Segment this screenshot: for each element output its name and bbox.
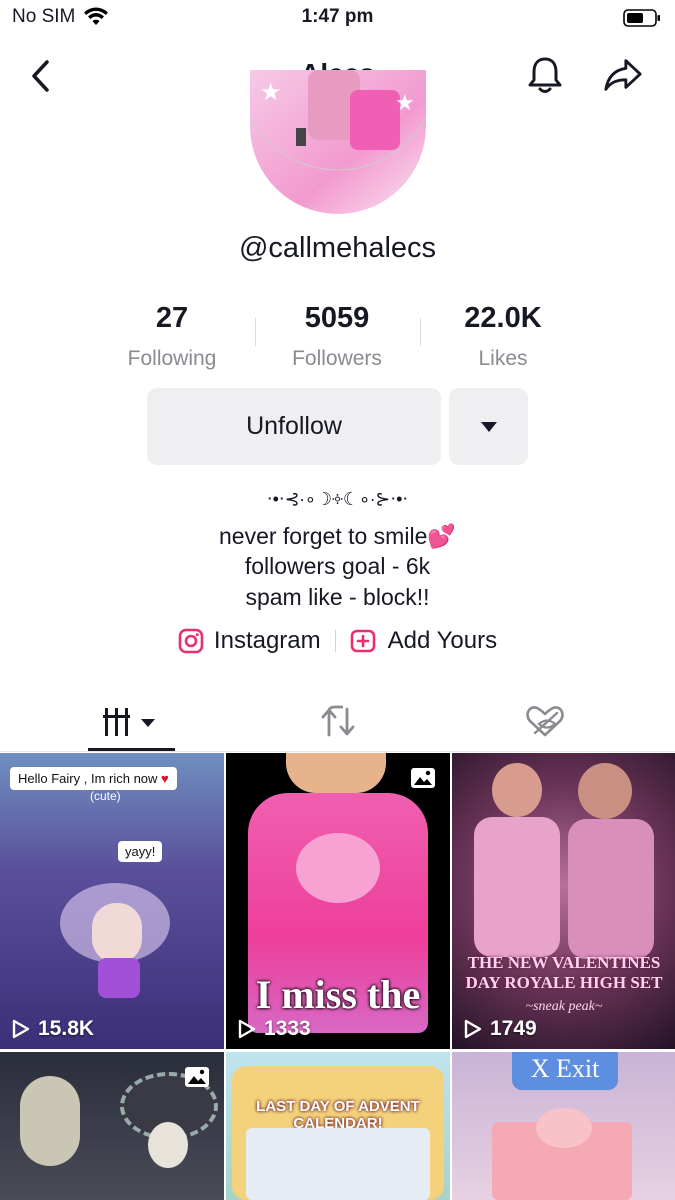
- followers-count: 5059: [304, 302, 370, 334]
- view-count: 15.8K: [12, 1017, 94, 1041]
- add-yours-icon: [350, 629, 375, 653]
- play-icon: [238, 1019, 256, 1039]
- tab-videos[interactable]: [20, 693, 245, 751]
- view-count: 1749: [464, 1017, 537, 1041]
- bio-decoration: ⋅•⋅⊰∙∘☽༓☾∘∙⊱⋅•⋅: [266, 489, 409, 509]
- character-head: [492, 763, 542, 817]
- bio-line: never forget to smile💕: [218, 523, 456, 549]
- tab-reposts[interactable]: [225, 693, 450, 751]
- chat-bubble: Hello Fairy , Im rich now ♥: [10, 767, 177, 790]
- followers-label: Followers: [292, 347, 382, 370]
- battery-icon: [623, 9, 660, 27]
- stat-following[interactable]: 27 Following: [87, 302, 257, 371]
- character-head: [578, 763, 632, 819]
- tabs-divider: [0, 751, 675, 752]
- video-caption: LAST DAY OF ADVENT CALENDAR!: [256, 1098, 420, 1132]
- caret-down-icon: [480, 421, 497, 432]
- bow: [296, 833, 380, 903]
- share-button[interactable]: [603, 55, 643, 95]
- video-tile[interactable]: THE NEW VALENTINES DAY ROYALE HIGH SET ~…: [452, 753, 675, 1049]
- views-value: 1749: [490, 1017, 537, 1040]
- character-dress: [474, 817, 560, 957]
- notifications-button[interactable]: [525, 55, 565, 95]
- instagram-link[interactable]: Instagram: [178, 627, 321, 655]
- bell-icon: [528, 57, 562, 93]
- bio-line: spam like - block!!: [245, 584, 430, 610]
- chat-tag: (cute): [90, 789, 121, 803]
- status-time: 1:47 pm: [301, 6, 374, 27]
- add-yours-label: Add Yours: [387, 627, 498, 654]
- character-hair: [20, 1076, 80, 1166]
- likes-label: Likes: [478, 347, 528, 370]
- svg-text:★: ★: [395, 91, 415, 116]
- photo-icon: [411, 768, 435, 788]
- profile-links: Instagram Add Yours: [0, 627, 675, 655]
- view-count: 1333: [238, 1017, 311, 1041]
- video-tile[interactable]: I miss the 1333: [226, 753, 450, 1049]
- exit-sign: X Exit: [512, 1052, 618, 1090]
- play-icon: [12, 1019, 30, 1039]
- character-head: [286, 753, 386, 793]
- video-tile[interactable]: [0, 1052, 224, 1200]
- likes-count: 22.0K: [464, 302, 542, 334]
- video-subcaption: ~sneak peak~: [525, 999, 603, 1014]
- liked-hidden-icon: [525, 706, 564, 737]
- views-value: 15.8K: [38, 1017, 95, 1040]
- character-dress: [568, 819, 654, 959]
- link-separator: [334, 630, 336, 652]
- views-value: 1333: [264, 1017, 311, 1040]
- instagram-icon: [178, 628, 204, 654]
- chat-text: Hello Fairy , Im rich now: [18, 771, 158, 786]
- video-tile[interactable]: Hello Fairy , Im rich now ♥ (cute) yayy!…: [0, 753, 224, 1049]
- following-count: 27: [155, 302, 189, 334]
- repost-icon: [321, 705, 354, 737]
- instagram-label: Instagram: [213, 627, 321, 654]
- gift-bow: [536, 1108, 592, 1148]
- profile-username: @callmehalecs: [238, 232, 437, 264]
- avatar-image: ★ ★: [250, 70, 426, 214]
- following-label: Following: [127, 347, 217, 370]
- tab-liked[interactable]: [432, 693, 657, 751]
- add-yours-link[interactable]: Add Yours: [350, 627, 497, 655]
- photo-icon: [185, 1067, 209, 1087]
- bio-line: followers goal - 6k: [244, 553, 431, 579]
- video-caption: I miss the: [255, 972, 421, 1017]
- video-tile[interactable]: LAST DAY OF ADVENT CALENDAR!: [226, 1052, 450, 1200]
- svg-text:★: ★: [260, 78, 282, 106]
- videos-grid-icon: [102, 708, 155, 736]
- stat-likes[interactable]: 22.0K Likes: [418, 302, 588, 371]
- video-caption: THE NEW VALENTINES DAY ROYALE HIGH SET: [465, 953, 663, 992]
- play-icon: [464, 1019, 482, 1039]
- profile-avatar[interactable]: ★ ★: [250, 70, 426, 214]
- character-face: [148, 1122, 188, 1168]
- video-tile[interactable]: X Exit: [452, 1052, 675, 1200]
- suggested-accounts-button[interactable]: [449, 388, 528, 465]
- fairy-wings: [60, 883, 170, 963]
- unfollow-button[interactable]: Unfollow: [147, 388, 441, 465]
- character-body: [98, 958, 140, 998]
- share-arrow-icon: [604, 59, 642, 91]
- stat-followers[interactable]: 5059 Followers: [252, 302, 422, 371]
- chat-bubble: yayy!: [118, 841, 163, 862]
- calendar-grid: [246, 1128, 430, 1200]
